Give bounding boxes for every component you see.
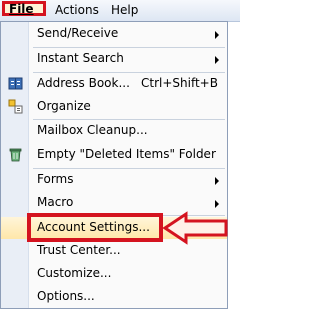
menu-file-label: File — [9, 2, 34, 16]
trash-icon — [8, 147, 23, 162]
menu-item-mailbox-cleanup[interactable]: Mailbox Cleanup... — [1, 120, 227, 142]
menu-item-label: Mailbox Cleanup... — [37, 123, 148, 137]
pointer-arrow-icon — [162, 211, 228, 245]
submenu-arrow-icon — [215, 177, 219, 185]
menu-item-label: Trust Center... — [37, 243, 121, 257]
submenu-arrow-icon — [215, 200, 219, 208]
menu-bar: File Actions Help — [0, 0, 240, 22]
menu-item-customize[interactable]: Customize... — [1, 263, 227, 285]
highlight-box — [27, 213, 163, 242]
menu-actions-label: Actions — [55, 3, 99, 17]
menu-item-label: Customize... — [37, 266, 112, 280]
menu-item-label: Options... — [37, 289, 95, 303]
menu-item-address-book[interactable]: Address Book... Ctrl+Shift+B — [1, 73, 227, 95]
submenu-arrow-icon — [215, 31, 219, 39]
menu-help[interactable]: Help — [111, 3, 138, 17]
menu-item-send-receive[interactable]: Send/Receive — [1, 23, 227, 45]
menu-item-forms[interactable]: Forms — [1, 169, 227, 191]
menu-item-options[interactable]: Options... — [1, 286, 227, 308]
organize-icon — [8, 99, 23, 114]
address-book-icon — [8, 76, 23, 91]
menu-item-instant-search[interactable]: Instant Search — [1, 48, 227, 70]
menu-file[interactable]: File — [2, 1, 46, 16]
menu-item-label: Empty "Deleted Items" Folder — [37, 147, 216, 161]
menu-item-label: Forms — [37, 172, 74, 186]
menu-item-empty-deleted[interactable]: Empty "Deleted Items" Folder — [1, 144, 227, 166]
menu-item-label: Send/Receive — [37, 26, 119, 40]
menu-item-label: Organize — [37, 99, 91, 113]
menu-item-organize[interactable]: Organize — [1, 96, 227, 118]
menu-item-label: Macro — [37, 195, 74, 209]
file-dropdown-menu: Send/Receive Instant Search Address Book… — [0, 21, 228, 309]
menu-item-shortcut: Ctrl+Shift+B — [141, 76, 218, 90]
submenu-arrow-icon — [215, 56, 219, 64]
menu-actions[interactable]: Actions — [55, 3, 99, 17]
outlook-window: File Actions Help Send/Receive Instant S… — [0, 0, 240, 311]
menu-help-label: Help — [111, 3, 139, 17]
menu-item-label: Address Book... — [37, 76, 130, 90]
menu-item-label: Instant Search — [37, 51, 124, 65]
